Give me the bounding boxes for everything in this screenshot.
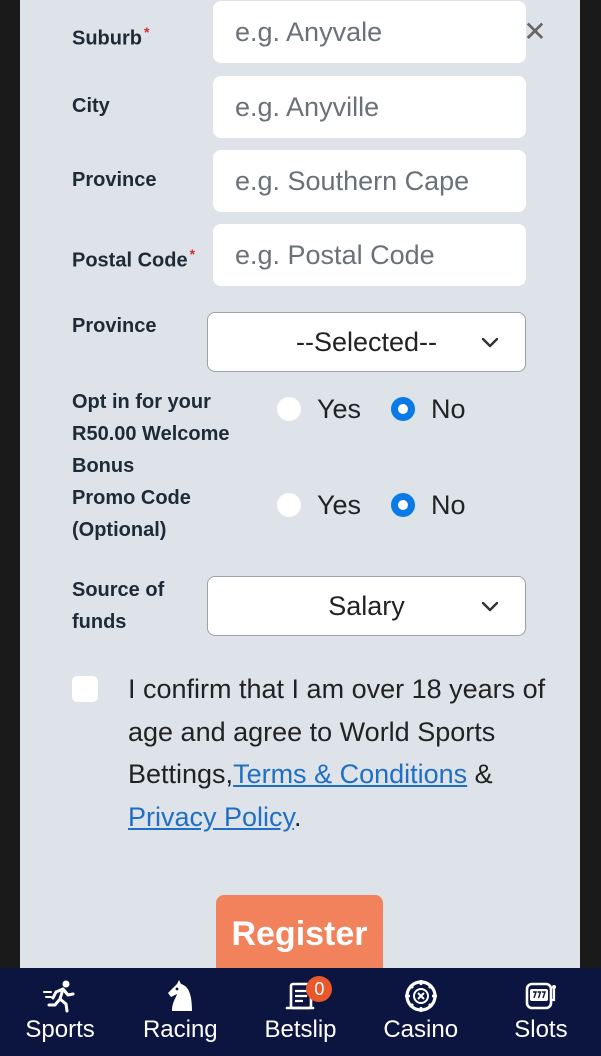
promo-code-yes-label: Yes <box>317 489 362 520</box>
promo-code-yes-radio[interactable] <box>277 493 301 517</box>
promo-code-no-radio[interactable] <box>391 493 416 517</box>
city-input[interactable] <box>213 76 526 138</box>
chevron-down-icon <box>481 337 499 348</box>
city-label: City <box>72 95 110 117</box>
nav-casino-label: Casino <box>383 1016 459 1043</box>
privacy-policy-link[interactable]: Privacy Policy <box>128 802 294 832</box>
suburb-input[interactable] <box>213 1 526 63</box>
source-of-funds-select[interactable]: Salary <box>207 576 526 636</box>
source-of-funds-value: Salary <box>328 590 405 621</box>
runner-icon <box>42 978 78 1014</box>
welcome-bonus-yes-radio[interactable] <box>277 397 301 421</box>
age-confirm-checkbox[interactable] <box>72 676 98 702</box>
backdrop-left <box>0 0 20 968</box>
chevron-down-icon <box>481 601 499 612</box>
nav-sports-label: Sports <box>25 1016 95 1043</box>
nav-casino[interactable]: Casino <box>361 968 481 1056</box>
nav-sports[interactable]: Sports <box>0 968 120 1056</box>
age-confirm-text: I confirm that I am over 18 years of age… <box>128 674 546 832</box>
promo-code-radio-group: Yes No <box>277 487 496 523</box>
postal-code-input[interactable] <box>213 224 526 286</box>
welcome-bonus-radio-group: Yes No <box>277 391 496 427</box>
slot-machine-icon <box>523 978 559 1014</box>
promo-code-no-label: No <box>431 489 466 520</box>
province-select-value: --Selected-- <box>295 326 438 357</box>
horse-icon <box>162 978 198 1014</box>
province-label: Province <box>72 169 157 191</box>
promo-code-label: Promo Code (Optional) <box>72 487 191 541</box>
nav-racing-label: Racing <box>142 1016 218 1043</box>
welcome-bonus-no-radio[interactable] <box>391 397 416 421</box>
province-select[interactable]: --Selected-- <box>207 312 526 372</box>
bottom-nav: Sports Racing 0 Betslip Casino Slots <box>0 968 601 1056</box>
source-of-funds-label: Source of funds <box>72 579 165 633</box>
close-icon[interactable]: ✕ <box>521 16 549 48</box>
terms-link[interactable]: Terms & Conditions <box>233 759 467 789</box>
suburb-label: Suburb * <box>72 24 150 50</box>
nav-slots-label: Slots <box>514 1016 568 1043</box>
backdrop-right <box>580 0 601 968</box>
nav-racing[interactable]: Racing <box>120 968 240 1056</box>
nav-betslip-label: Betslip <box>264 1016 337 1043</box>
nav-betslip[interactable]: 0 Betslip <box>240 968 360 1056</box>
welcome-bonus-label: Opt in for your R50.00 Welcome Bonus <box>72 391 230 477</box>
chip-icon <box>403 978 439 1014</box>
welcome-bonus-no-label: No <box>431 393 466 424</box>
province-input[interactable] <box>213 150 526 212</box>
betslip-count-badge: 0 <box>306 976 333 1002</box>
nav-slots[interactable]: Slots <box>481 968 601 1056</box>
province-select-label: Province <box>72 315 157 337</box>
postal-code-label: Postal Code * <box>72 246 196 272</box>
welcome-bonus-yes-label: Yes <box>317 393 362 424</box>
